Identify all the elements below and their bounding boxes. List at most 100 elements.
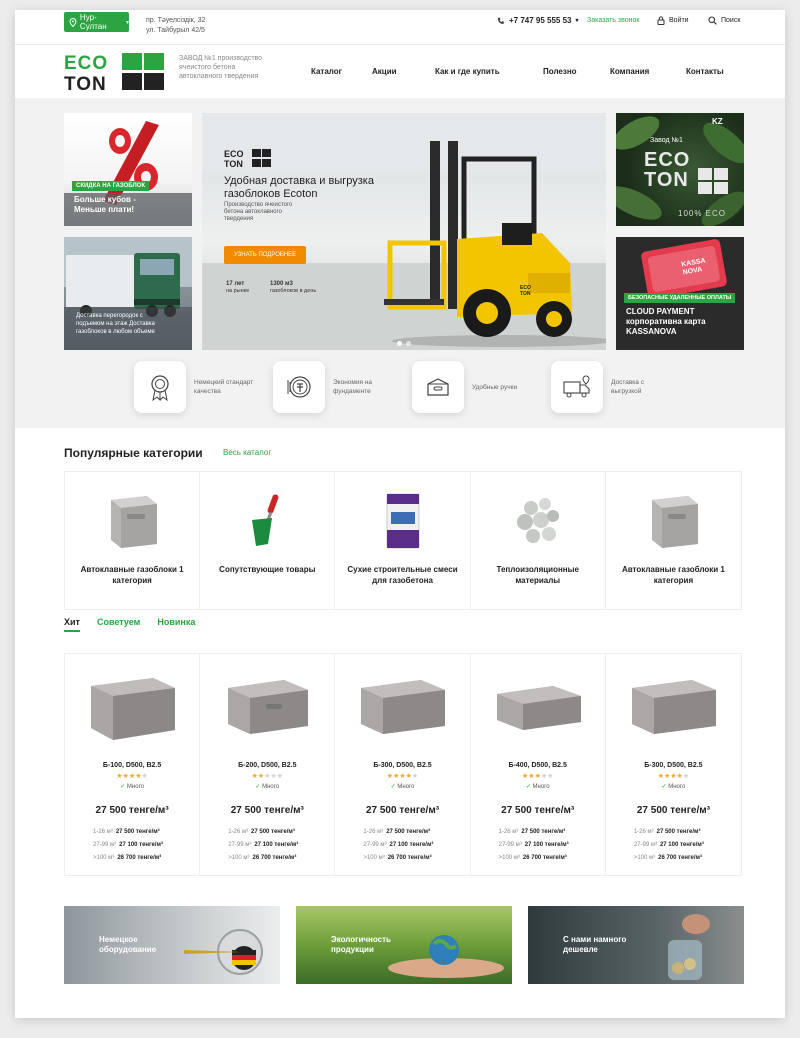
cloud-payment-line-3: KASSANOVA <box>626 327 677 336</box>
tier-range: 1-26 м³ <box>363 829 384 835</box>
product-card[interactable]: Б-100, D500, B2.5 ★★★★★ ✓ Много 27 500 т… <box>65 654 201 875</box>
feature-handles: Удобные ручки <box>412 361 532 413</box>
ecoton-logo[interactable]: ECO TON <box>64 52 166 92</box>
banner-text-line-1: С нами намного <box>563 935 627 944</box>
phone-link[interactable]: +7 747 95 555 53 ▾ <box>497 16 579 25</box>
tier-range: 1-26 м³ <box>498 829 519 835</box>
lock-icon <box>657 16 665 25</box>
banner-text-line-2: оборудование <box>99 945 157 954</box>
banner-subtitle: Производство ячеистого бетона автоклавно… <box>224 202 293 222</box>
tab-recommended[interactable]: Советуем <box>97 617 140 632</box>
category-card[interactable]: Сухие строительные смеси для газобетона <box>335 472 471 609</box>
tier-price: 27 500 тенге/м³ <box>521 829 566 835</box>
product-card[interactable]: Б-300, D500, B2.5 ★★★★★ ✓ Много 27 500 т… <box>606 654 741 875</box>
category-card[interactable]: Сопутствующие товары <box>200 472 336 609</box>
page: Нур-Султан ▾ пр. Тәуелсіздік, 32 ул. Тай… <box>15 10 785 1018</box>
feature-delivery-unloading: Доставка с выгрузкой <box>551 361 671 413</box>
coin-icon <box>287 376 311 398</box>
product-card[interactable]: Б-300, D500, B2.5 ★★★★★ ✓ Много 27 500 т… <box>335 654 471 875</box>
chevron-down-icon: ▾ <box>125 19 129 26</box>
category-name: Автоклавные газоблоки 1 категория <box>80 565 184 585</box>
feature-text: Экономия на фундаменте <box>333 379 373 395</box>
learn-more-button[interactable]: УЗНАТЬ ПОДРОБНЕЕ <box>224 246 307 264</box>
rating-stars: ★★★★★ <box>606 772 741 780</box>
promo-tile-delivery[interactable]: Доставка перегородок с подъемом на этаж … <box>64 237 192 350</box>
category-name: Сопутствующие товары <box>219 565 316 574</box>
kz-badge: KZ <box>712 117 723 126</box>
category-card[interactable]: Автоклавные газоблоки 1 категория <box>606 472 741 609</box>
box-handle-icon <box>427 378 449 396</box>
tile-title: Больше кубов - Меньше плати! <box>74 195 136 215</box>
dry-mix-bag-image <box>386 493 420 549</box>
city-selector-button[interactable]: Нур-Султан ▾ <box>64 12 129 32</box>
category-card[interactable]: Автоклавные газоблоки 1 категория <box>65 472 201 609</box>
product-price: 27 500 тенге/м³ <box>230 805 304 816</box>
feature-text: Удобные ручки <box>472 383 518 391</box>
price-tier: 27-99 м³ 27 100 тенге/м³ <box>93 842 163 848</box>
tier-price: 27 500 тенге/м³ <box>115 829 160 835</box>
tier-price: 27 100 тенге/м³ <box>254 842 299 848</box>
product-name: Б-400, D500, B2.5 <box>508 762 567 769</box>
login-link[interactable]: Войти <box>657 16 689 25</box>
tab-hit[interactable]: Хит <box>64 617 80 632</box>
secure-payments-badge: БЕЗОПАСНЫЕ УДАЛЕННЫЕ ОПЛАТЫ <box>624 293 736 303</box>
price-tier: 1-26 м³ 27 500 тенге/м³ <box>363 829 430 835</box>
discount-badge: СКИДКА НА ГАЗОБЛОК <box>72 181 149 191</box>
nav-contacts[interactable]: Контакты <box>686 67 724 76</box>
tier-price: 27 500 тенге/м³ <box>386 829 431 835</box>
price-tier: >100 м³ 26 700 тенге/м³ <box>363 855 431 861</box>
gas-block-image <box>111 496 157 548</box>
feature-text: Немецкий стандарт качества <box>194 379 254 395</box>
promo-tile-eco[interactable]: Завод №1 KZ ECO TON 100% ECO <box>616 113 744 226</box>
main-banner-slider[interactable]: ECO TON Удобная доставка и выгрузка газо… <box>202 113 606 350</box>
slider-dot[interactable] <box>406 341 411 346</box>
promo-tile-cloud-payment[interactable]: KASSA NOVA БЕЗОПАСНЫЕ УДАЛЕННЫЕ ОПЛАТЫ C… <box>616 237 744 350</box>
stat-capacity: 1300 м3 газоблоков в день <box>270 281 316 295</box>
banner-german-equipment[interactable]: Немецкое оборудование <box>64 906 280 984</box>
product-card[interactable]: Б-200, D500, B2.5 ★★★★★ ✓ Много 27 500 т… <box>200 654 336 875</box>
category-image <box>506 487 572 553</box>
check-icon: ✓ <box>661 784 667 790</box>
svg-text:TON: TON <box>64 74 107 92</box>
tier-range: 27-99 м³ <box>93 842 117 848</box>
product-card[interactable]: Б-400, D500, B2.5 ★★★★★ ✓ Много 27 500 т… <box>471 654 606 875</box>
all-catalog-link[interactable]: Весь каталог <box>223 448 271 457</box>
stock-status: ✓ Много <box>471 783 605 790</box>
slider-dot[interactable] <box>397 341 402 346</box>
nav-how-to-buy[interactable]: Как и где купить <box>435 67 500 76</box>
tile-title-line-2: Меньше плати! <box>74 205 135 214</box>
callback-link[interactable]: Заказать звонок <box>587 17 639 24</box>
check-icon: ✓ <box>255 784 261 790</box>
product-image <box>361 680 446 734</box>
stock-status: ✓ Много <box>200 783 334 790</box>
banner-eco-products[interactable]: Экологичность продукции <box>296 906 512 984</box>
search-link[interactable]: Поиск <box>708 16 740 25</box>
promo-tile-discount[interactable]: СКИДКА НА ГАЗОБЛОК Больше кубов - Меньше… <box>64 113 192 226</box>
price-tier: >100 м³ 26 700 тенге/м³ <box>499 855 567 861</box>
price-tier: 1-26 м³ 27 500 тенге/м³ <box>93 829 160 835</box>
nav-promotions[interactable]: Акции <box>372 67 397 76</box>
trowel-image <box>252 494 279 546</box>
nav-company[interactable]: Компания <box>610 67 649 76</box>
city-label: Нур-Султан <box>79 13 107 31</box>
nav-useful[interactable]: Полезно <box>543 67 577 76</box>
chevron-down-icon: ▾ <box>575 18 579 24</box>
address-line-2: ул. Тайбурыл 42/5 <box>146 27 205 34</box>
product-price: 27 500 тенге/м³ <box>95 805 169 816</box>
feature-icon-box <box>134 361 186 413</box>
tab-new[interactable]: Новинка <box>157 617 195 632</box>
price-tier: 1-26 м³ 27 500 тенге/м³ <box>634 829 701 835</box>
tier-price: 27 500 тенге/м³ <box>251 829 295 835</box>
stock-label: Много <box>668 784 686 790</box>
product-name: Б-100, D500, B2.5 <box>102 762 162 769</box>
category-card[interactable]: Теплоизоляционные материалы <box>471 472 606 609</box>
svg-text:ECO: ECO <box>64 53 108 74</box>
cloud-payment-line-2: корпоративна карта <box>626 317 706 326</box>
price-tier: 27-99 м³ 27 100 тенге/м³ <box>634 842 704 848</box>
tier-price: 27 100 тенге/м³ <box>659 842 704 848</box>
product-image <box>91 678 175 740</box>
check-icon: ✓ <box>390 784 396 790</box>
tier-price: 27 500 тенге/м³ <box>656 829 701 835</box>
banner-cheaper[interactable]: С нами намного дешевле <box>528 906 744 984</box>
nav-catalog[interactable]: Каталог <box>311 67 342 76</box>
